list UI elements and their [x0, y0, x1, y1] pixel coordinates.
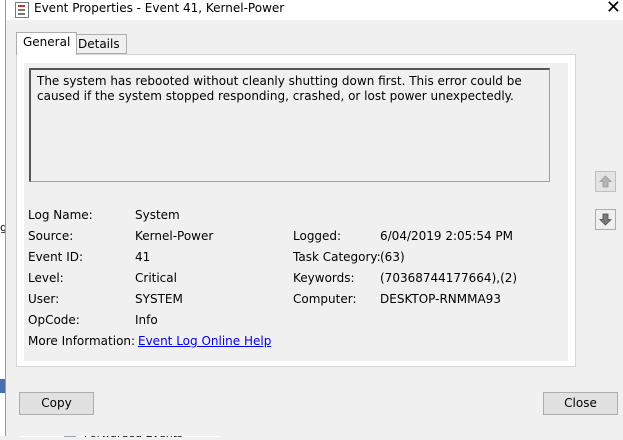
tab-general[interactable]: General	[16, 32, 78, 55]
level-value: Critical	[135, 271, 177, 285]
log-name-value: System	[135, 208, 180, 222]
next-event-button[interactable]	[595, 209, 616, 230]
window-title: Event Properties - Event 41, Kernel-Powe…	[34, 1, 285, 15]
close-icon[interactable]: ✕	[606, 0, 621, 18]
previous-event-button[interactable]	[595, 171, 616, 192]
more-information-label: More Information:	[28, 334, 136, 348]
event-log-online-help-link[interactable]: Event Log Online Help	[138, 334, 271, 348]
event-description[interactable]: The system has rebooted without cleanly …	[29, 68, 550, 182]
title-bar[interactable]: Event Properties - Event 41, Kernel-Powe…	[6, 0, 623, 20]
keywords-label: Keywords:	[293, 271, 355, 285]
opcode-value: Info	[135, 313, 158, 327]
level-label: Level:	[28, 271, 64, 285]
source-label: Source:	[28, 229, 74, 243]
user-label: User:	[28, 292, 60, 306]
up-arrow-icon	[599, 175, 612, 188]
event-id-value: 41	[135, 250, 151, 264]
opcode-label: OpCode:	[28, 313, 80, 327]
computer-label: Computer:	[293, 292, 357, 306]
computer-value: DESKTOP-RNMMA93	[380, 292, 501, 306]
event-viewer-icon	[15, 2, 29, 18]
source-value: Kernel-Power	[135, 229, 214, 243]
task-category-label: Task Category:	[293, 250, 381, 264]
log-name-label: Log Name:	[28, 208, 93, 222]
task-category-value: (63)	[380, 250, 405, 264]
copy-button[interactable]: Copy	[19, 392, 94, 415]
keywords-value: (70368744177664),(2)	[380, 271, 518, 285]
logged-label: Logged:	[293, 229, 342, 243]
general-content: The system has rebooted without cleanly …	[24, 63, 568, 361]
down-arrow-icon	[599, 213, 612, 226]
general-panel: The system has rebooted without cleanly …	[16, 54, 576, 367]
tab-details[interactable]: Details	[71, 34, 127, 54]
event-properties-window: Event Properties - Event 41, Kernel-Powe…	[5, 0, 623, 436]
close-button[interactable]: Close	[543, 392, 618, 415]
user-value: SYSTEM	[135, 292, 183, 306]
logged-value: 6/04/2019 2:05:54 PM	[380, 229, 514, 243]
event-id-label: Event ID:	[28, 250, 84, 264]
